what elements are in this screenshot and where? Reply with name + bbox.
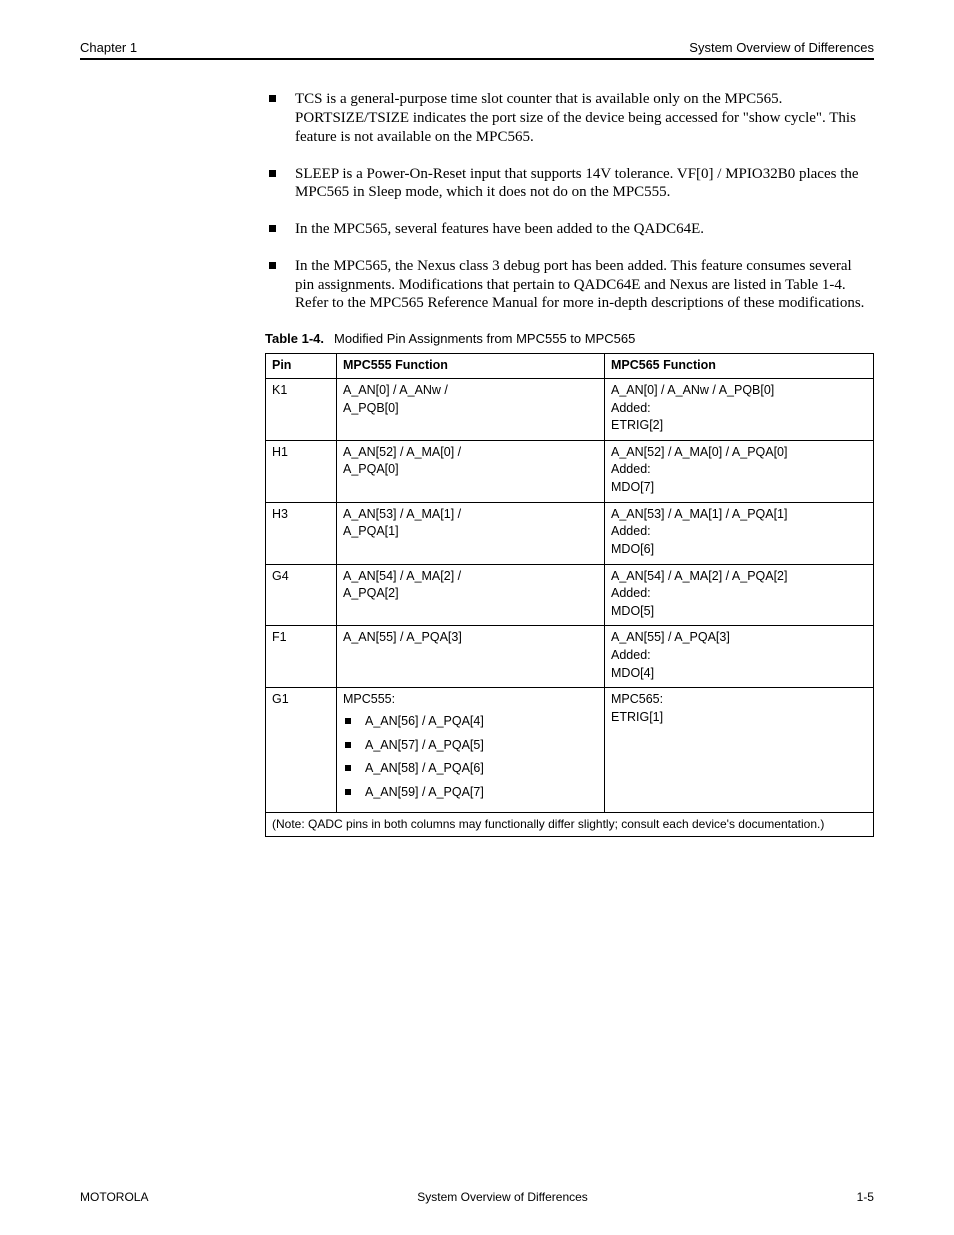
table-caption: Table 1-4. Modified Pin Assignments from … [265,331,874,347]
footer-center: System Overview of Differences [417,1190,588,1205]
cell-mpc555: A_AN[53] / A_MA[1] / A_PQA[1] [337,502,605,564]
top-bullet-list: TCS is a general-purpose time slot count… [265,90,874,313]
cell-mpc565: A_AN[52] / A_MA[0] / A_PQA[0] Added: MDO… [605,440,874,502]
cell-mpc565: A_AN[54] / A_MA[2] / A_PQA[2] Added: MDO… [605,564,874,626]
list-item: In the MPC565, the Nexus class 3 debug p… [265,257,874,313]
cell-pin: G1 [266,688,337,813]
cell-mpc565: A_AN[0] / A_ANw / A_PQB[0] Added: ETRIG[… [605,378,874,440]
th-pin: Pin [266,354,337,379]
list-item: A_AN[58] / A_PQA[6] [343,761,598,777]
cell-pin: K1 [266,378,337,440]
table-row: H3 A_AN[53] / A_MA[1] / A_PQA[1] A_AN[53… [266,502,874,564]
cell-mpc555: A_AN[0] / A_ANw / A_PQB[0] [337,378,605,440]
cell-mpc555: A_AN[54] / A_MA[2] / A_PQA[2] [337,564,605,626]
table-row: G4 A_AN[54] / A_MA[2] / A_PQA[2] A_AN[54… [266,564,874,626]
table-row: G1 MPC555: A_AN[56] / A_PQA[4] A_AN[57] … [266,688,874,813]
table-header-row: Pin MPC555 Function MPC565 Function [266,354,874,379]
footer-left: MOTOROLA [80,1190,148,1205]
table-row: K1 A_AN[0] / A_ANw / A_PQB[0] A_AN[0] / … [266,378,874,440]
th-mpc555: MPC555 Function [337,354,605,379]
cell-pin: H1 [266,440,337,502]
inner-bullet-list: A_AN[56] / A_PQA[4] A_AN[57] / A_PQA[5] … [343,714,598,801]
cell-mpc565: A_AN[53] / A_MA[1] / A_PQA[1] Added: MDO… [605,502,874,564]
list-item: A_AN[57] / A_PQA[5] [343,738,598,754]
cell-pin: G4 [266,564,337,626]
header-right: System Overview of Differences [689,40,874,56]
table-footnote: (Note: QADC pins in both columns may fun… [266,813,874,837]
cell-mpc565: MPC565: ETRIG[1] [605,688,874,813]
header-rule [80,58,874,60]
list-item: A_AN[59] / A_PQA[7] [343,785,598,801]
table-number: Table 1-4. [265,331,324,346]
cell-mpc555: A_AN[55] / A_PQA[3] [337,626,605,688]
table-title: Modified Pin Assignments from MPC555 to … [334,331,635,346]
pin-table: Pin MPC555 Function MPC565 Function K1 A… [265,353,874,837]
table-row: H1 A_AN[52] / A_MA[0] / A_PQA[0] A_AN[52… [266,440,874,502]
list-item: A_AN[56] / A_PQA[4] [343,714,598,730]
cell-pin: H3 [266,502,337,564]
table-row: F1 A_AN[55] / A_PQA[3] A_AN[55] / A_PQA[… [266,626,874,688]
cell-mpc565: A_AN[55] / A_PQA[3] Added: MDO[4] [605,626,874,688]
table-footnote-row: (Note: QADC pins in both columns may fun… [266,813,874,837]
list-item: In the MPC565, several features have bee… [265,220,874,239]
th-mpc565: MPC565 Function [605,354,874,379]
list-item: TCS is a general-purpose time slot count… [265,90,874,146]
cell-pin: F1 [266,626,337,688]
cell-mpc555: MPC555: A_AN[56] / A_PQA[4] A_AN[57] / A… [337,688,605,813]
cell-mpc555: A_AN[52] / A_MA[0] / A_PQA[0] [337,440,605,502]
footer-right: 1-5 [857,1190,874,1205]
list-item: SLEEP is a Power-On-Reset input that sup… [265,165,874,203]
header-left: Chapter 1 [80,40,137,56]
